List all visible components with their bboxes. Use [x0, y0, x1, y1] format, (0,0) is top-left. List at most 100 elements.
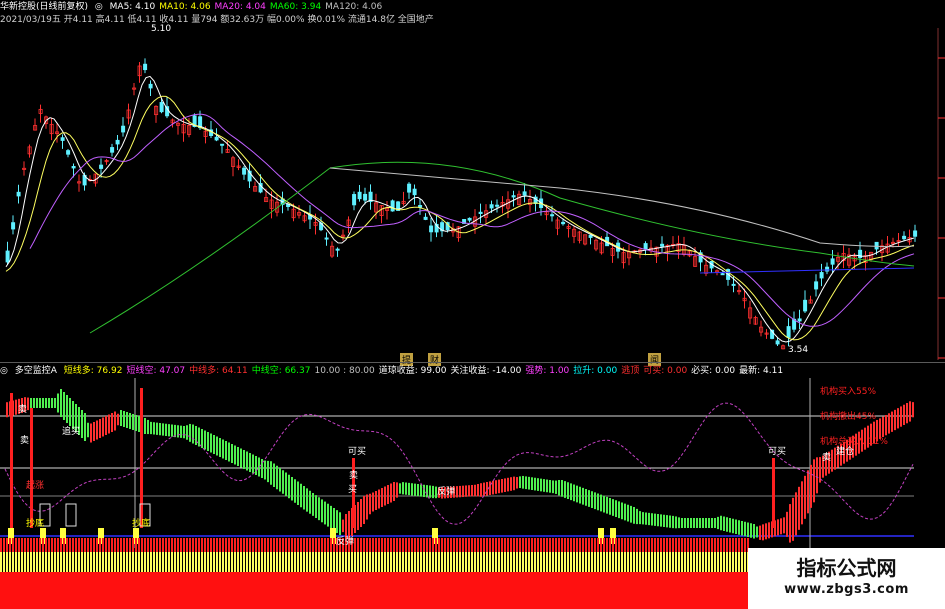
histogram-bar	[522, 475, 524, 489]
volume-bar-yellow	[345, 552, 347, 572]
histogram-bar	[624, 503, 626, 521]
indicator-value-12: 最新: 4.11	[739, 366, 784, 376]
volume-bar-yellow	[429, 552, 431, 572]
volume-bar-yellow	[273, 552, 275, 572]
volume-bar-yellow	[594, 552, 596, 572]
histogram-bar	[681, 518, 683, 528]
indicator-value-11: 必买: 0.00	[691, 366, 736, 376]
volume-bar-yellow	[435, 552, 437, 572]
volume-bar-yellow	[549, 552, 551, 572]
ma10-line	[5, 95, 915, 341]
histogram-bar	[318, 497, 320, 521]
histogram-bar	[153, 422, 155, 435]
volume-bar-yellow	[486, 552, 488, 572]
volume-bar-yellow	[693, 552, 695, 572]
stock-name[interactable]: 华新控股(日线前复权)	[0, 2, 88, 12]
volume-bar-yellow	[552, 552, 554, 572]
indicator-settings-icon[interactable]: ◎	[0, 366, 8, 376]
volume-bar-yellow	[627, 552, 629, 572]
histogram-bar	[510, 477, 512, 491]
histogram-bar	[222, 439, 224, 459]
ma-label-4: MA120: 4.06	[325, 2, 383, 12]
histogram-bar	[267, 460, 269, 483]
histogram-bar	[909, 401, 911, 422]
histogram-bar	[501, 479, 503, 493]
histogram-bar	[102, 417, 104, 437]
volume-bar-yellow	[624, 552, 626, 572]
candle-body	[720, 273, 725, 276]
histogram-bar	[609, 498, 611, 515]
histogram-bar	[384, 486, 386, 506]
histogram-bar	[807, 470, 809, 514]
volume-bar-yellow	[171, 552, 173, 572]
watermark-url: www.zbgs3.com	[784, 582, 909, 597]
histogram-bar	[726, 517, 728, 532]
histogram-bar	[591, 491, 593, 508]
volume-bar-yellow	[189, 552, 191, 572]
volume-bar-yellow	[528, 552, 530, 572]
histogram-bar	[15, 399, 17, 415]
ma-label-0: MA5: 4.10	[109, 2, 156, 12]
histogram-bar	[264, 460, 266, 480]
volume-bar-yellow	[441, 552, 443, 572]
candle-body	[786, 326, 791, 338]
histogram-bar	[732, 518, 734, 534]
volume-bar-yellow	[489, 552, 491, 572]
volume-bar-yellow	[291, 552, 293, 572]
volume-bar-yellow	[531, 552, 533, 572]
histogram-bar	[630, 505, 632, 523]
candle-body	[830, 258, 835, 265]
histogram-bar	[465, 485, 467, 497]
histogram-bar	[321, 499, 323, 523]
volume-bar-yellow	[591, 552, 593, 572]
histogram-bar	[135, 415, 137, 431]
histogram-bar	[357, 502, 359, 530]
candle-body	[110, 147, 115, 153]
signal-box	[65, 503, 77, 527]
volume-bar-yellow	[522, 552, 524, 572]
settings-icon[interactable]: ◎	[95, 2, 103, 12]
signal-sell-3: 卖	[822, 453, 832, 463]
histogram-bar	[747, 522, 749, 537]
signal-spike	[10, 393, 13, 528]
volume-bar-yellow	[285, 552, 287, 572]
histogram-bar	[594, 492, 596, 510]
panel-separator[interactable]	[0, 362, 945, 363]
histogram-bar	[96, 420, 98, 440]
volume-bar-yellow	[459, 552, 461, 572]
histogram-bar	[6, 402, 8, 418]
histogram-bar	[180, 425, 182, 438]
histogram-bar	[39, 398, 41, 408]
volume-bar-yellow	[351, 552, 353, 572]
legend-buy: 机构买入55%	[820, 387, 877, 397]
volume-bar-yellow	[684, 552, 686, 572]
histogram-bar	[573, 484, 575, 502]
volume-bar-yellow	[567, 552, 569, 572]
volume-bar-yellow	[672, 552, 674, 572]
histogram-bar	[162, 423, 164, 436]
volume-bar-yellow	[588, 552, 590, 572]
histogram-bar	[513, 476, 515, 491]
candlestick-chart[interactable]: 5.10 3.54 提 财 闻	[0, 24, 945, 366]
volume-bar-yellow	[618, 552, 620, 572]
volume-bar-yellow	[327, 552, 329, 572]
candlestick-svg[interactable]	[0, 28, 945, 360]
volume-bar-yellow	[318, 552, 320, 572]
volume-bar-yellow	[126, 552, 128, 572]
histogram-bar	[543, 479, 545, 492]
histogram-bar	[390, 483, 392, 503]
volume-bar-yellow	[420, 552, 422, 572]
histogram-bar	[402, 482, 404, 495]
histogram-bar	[237, 447, 239, 466]
volume-bar-yellow	[234, 552, 236, 572]
volume-bar-yellow	[417, 552, 419, 572]
volume-bar-yellow	[666, 552, 668, 572]
volume-bar-yellow	[507, 552, 509, 572]
volume-bar-yellow	[456, 552, 458, 572]
volume-bar-yellow	[87, 552, 89, 572]
volume-bar-yellow	[75, 552, 77, 572]
volume-bar-yellow	[447, 552, 449, 572]
candle-body	[423, 216, 428, 220]
indicator-name[interactable]: 多空监控A	[15, 366, 57, 376]
histogram-bar	[561, 480, 563, 497]
